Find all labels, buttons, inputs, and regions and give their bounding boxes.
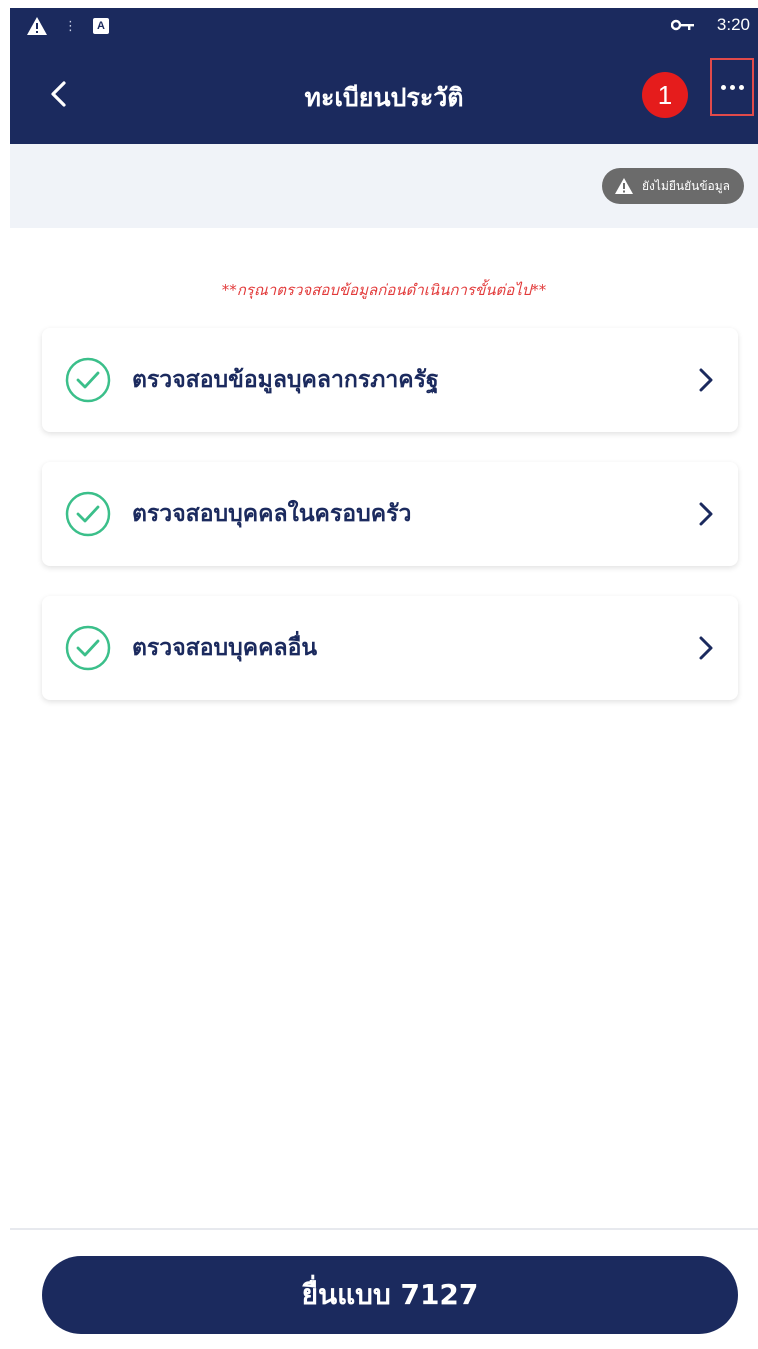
notification-badge: 1: [642, 72, 688, 118]
more-options-button[interactable]: [710, 58, 754, 116]
status-time: 3:20: [716, 15, 750, 34]
checklist-item[interactable]: ตรวจสอบบุคคลอื่น: [42, 596, 738, 700]
warning-icon: [615, 178, 634, 194]
more-dots-icon: [720, 84, 744, 90]
submit-form-button[interactable]: ยื่นแบบ 7127: [42, 1256, 738, 1334]
check-circle-icon: [65, 491, 111, 537]
check-circle-icon: [65, 357, 111, 403]
checklist-item-label: ตรวจสอบบุคคลอื่น: [132, 635, 318, 661]
status-bar-strip: ยังไม่ยืนยันข้อมูล: [10, 144, 758, 228]
status-badge-text: ยังไม่ยืนยันข้อมูล: [642, 178, 730, 193]
status-bar-left-icons: ⋮ A: [26, 16, 109, 36]
check-circle-icon: [65, 625, 111, 671]
status-badge: ยังไม่ยืนยันข้อมูล: [602, 168, 744, 204]
warning-icon: [27, 17, 47, 35]
key-icon: [670, 19, 694, 31]
a-icon: A: [93, 18, 109, 34]
notification-dot-icon: ⋮: [64, 18, 77, 34]
checklist-item[interactable]: ตรวจสอบบุคคลในครอบครัว: [42, 462, 738, 566]
checklist-item[interactable]: ตรวจสอบข้อมูลบุคลากรภาครัฐ: [42, 328, 738, 432]
checklist-item-label: ตรวจสอบข้อมูลบุคลากรภาครัฐ: [132, 367, 439, 393]
notice-text: **กรุณาตรวจสอบข้อมูลก่อนดำเนินการขั้นต่อ…: [221, 281, 547, 299]
checklist-item-label: ตรวจสอบบุคคลในครอบครัว: [132, 501, 412, 527]
app-bar: ทะเบียนประวัติ 1: [10, 44, 758, 144]
status-bar-right: 3:20: [670, 15, 750, 35]
chevron-right-icon: [699, 368, 713, 392]
app-screen: ⋮ A 3:20 ทะเบียนประวัติ 1 ยังไม่ยืนยันข้…: [10, 8, 758, 1349]
bottom-divider: [10, 1228, 758, 1230]
chevron-right-icon: [699, 636, 713, 660]
chevron-right-icon: [699, 502, 713, 526]
status-bar: ⋮ A 3:20: [10, 8, 758, 44]
